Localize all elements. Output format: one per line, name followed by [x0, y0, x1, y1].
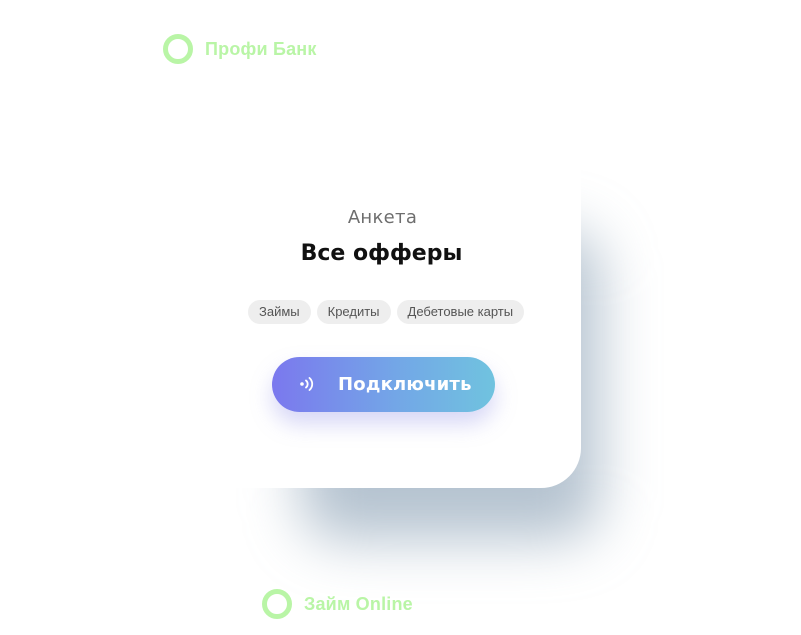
connect-button-label: Подключить: [338, 374, 472, 395]
screen: Профи Банк Анкета Все офферы Займы Креди…: [0, 0, 801, 635]
offer-tags: Займы Кредиты Дебетовые карты: [248, 300, 525, 324]
tag-debit-cards[interactable]: Дебетовые карты: [396, 300, 525, 324]
brand-top-name: Профи Банк: [205, 38, 317, 59]
contactless-signal-icon: [298, 374, 318, 394]
connect-button[interactable]: Подключить: [272, 357, 495, 412]
ring-logo-icon: [163, 34, 193, 64]
ring-logo-icon: [262, 589, 292, 619]
brand-bottom: Займ Online: [262, 589, 413, 619]
tag-credits[interactable]: Кредиты: [316, 300, 391, 324]
brand-top: Профи Банк: [163, 34, 317, 64]
tag-loans[interactable]: Займы: [248, 300, 311, 324]
brand-bottom-name: Займ Online: [304, 593, 413, 614]
card-subtitle: Анкета: [347, 207, 418, 228]
card-title: Все офферы: [300, 241, 463, 266]
